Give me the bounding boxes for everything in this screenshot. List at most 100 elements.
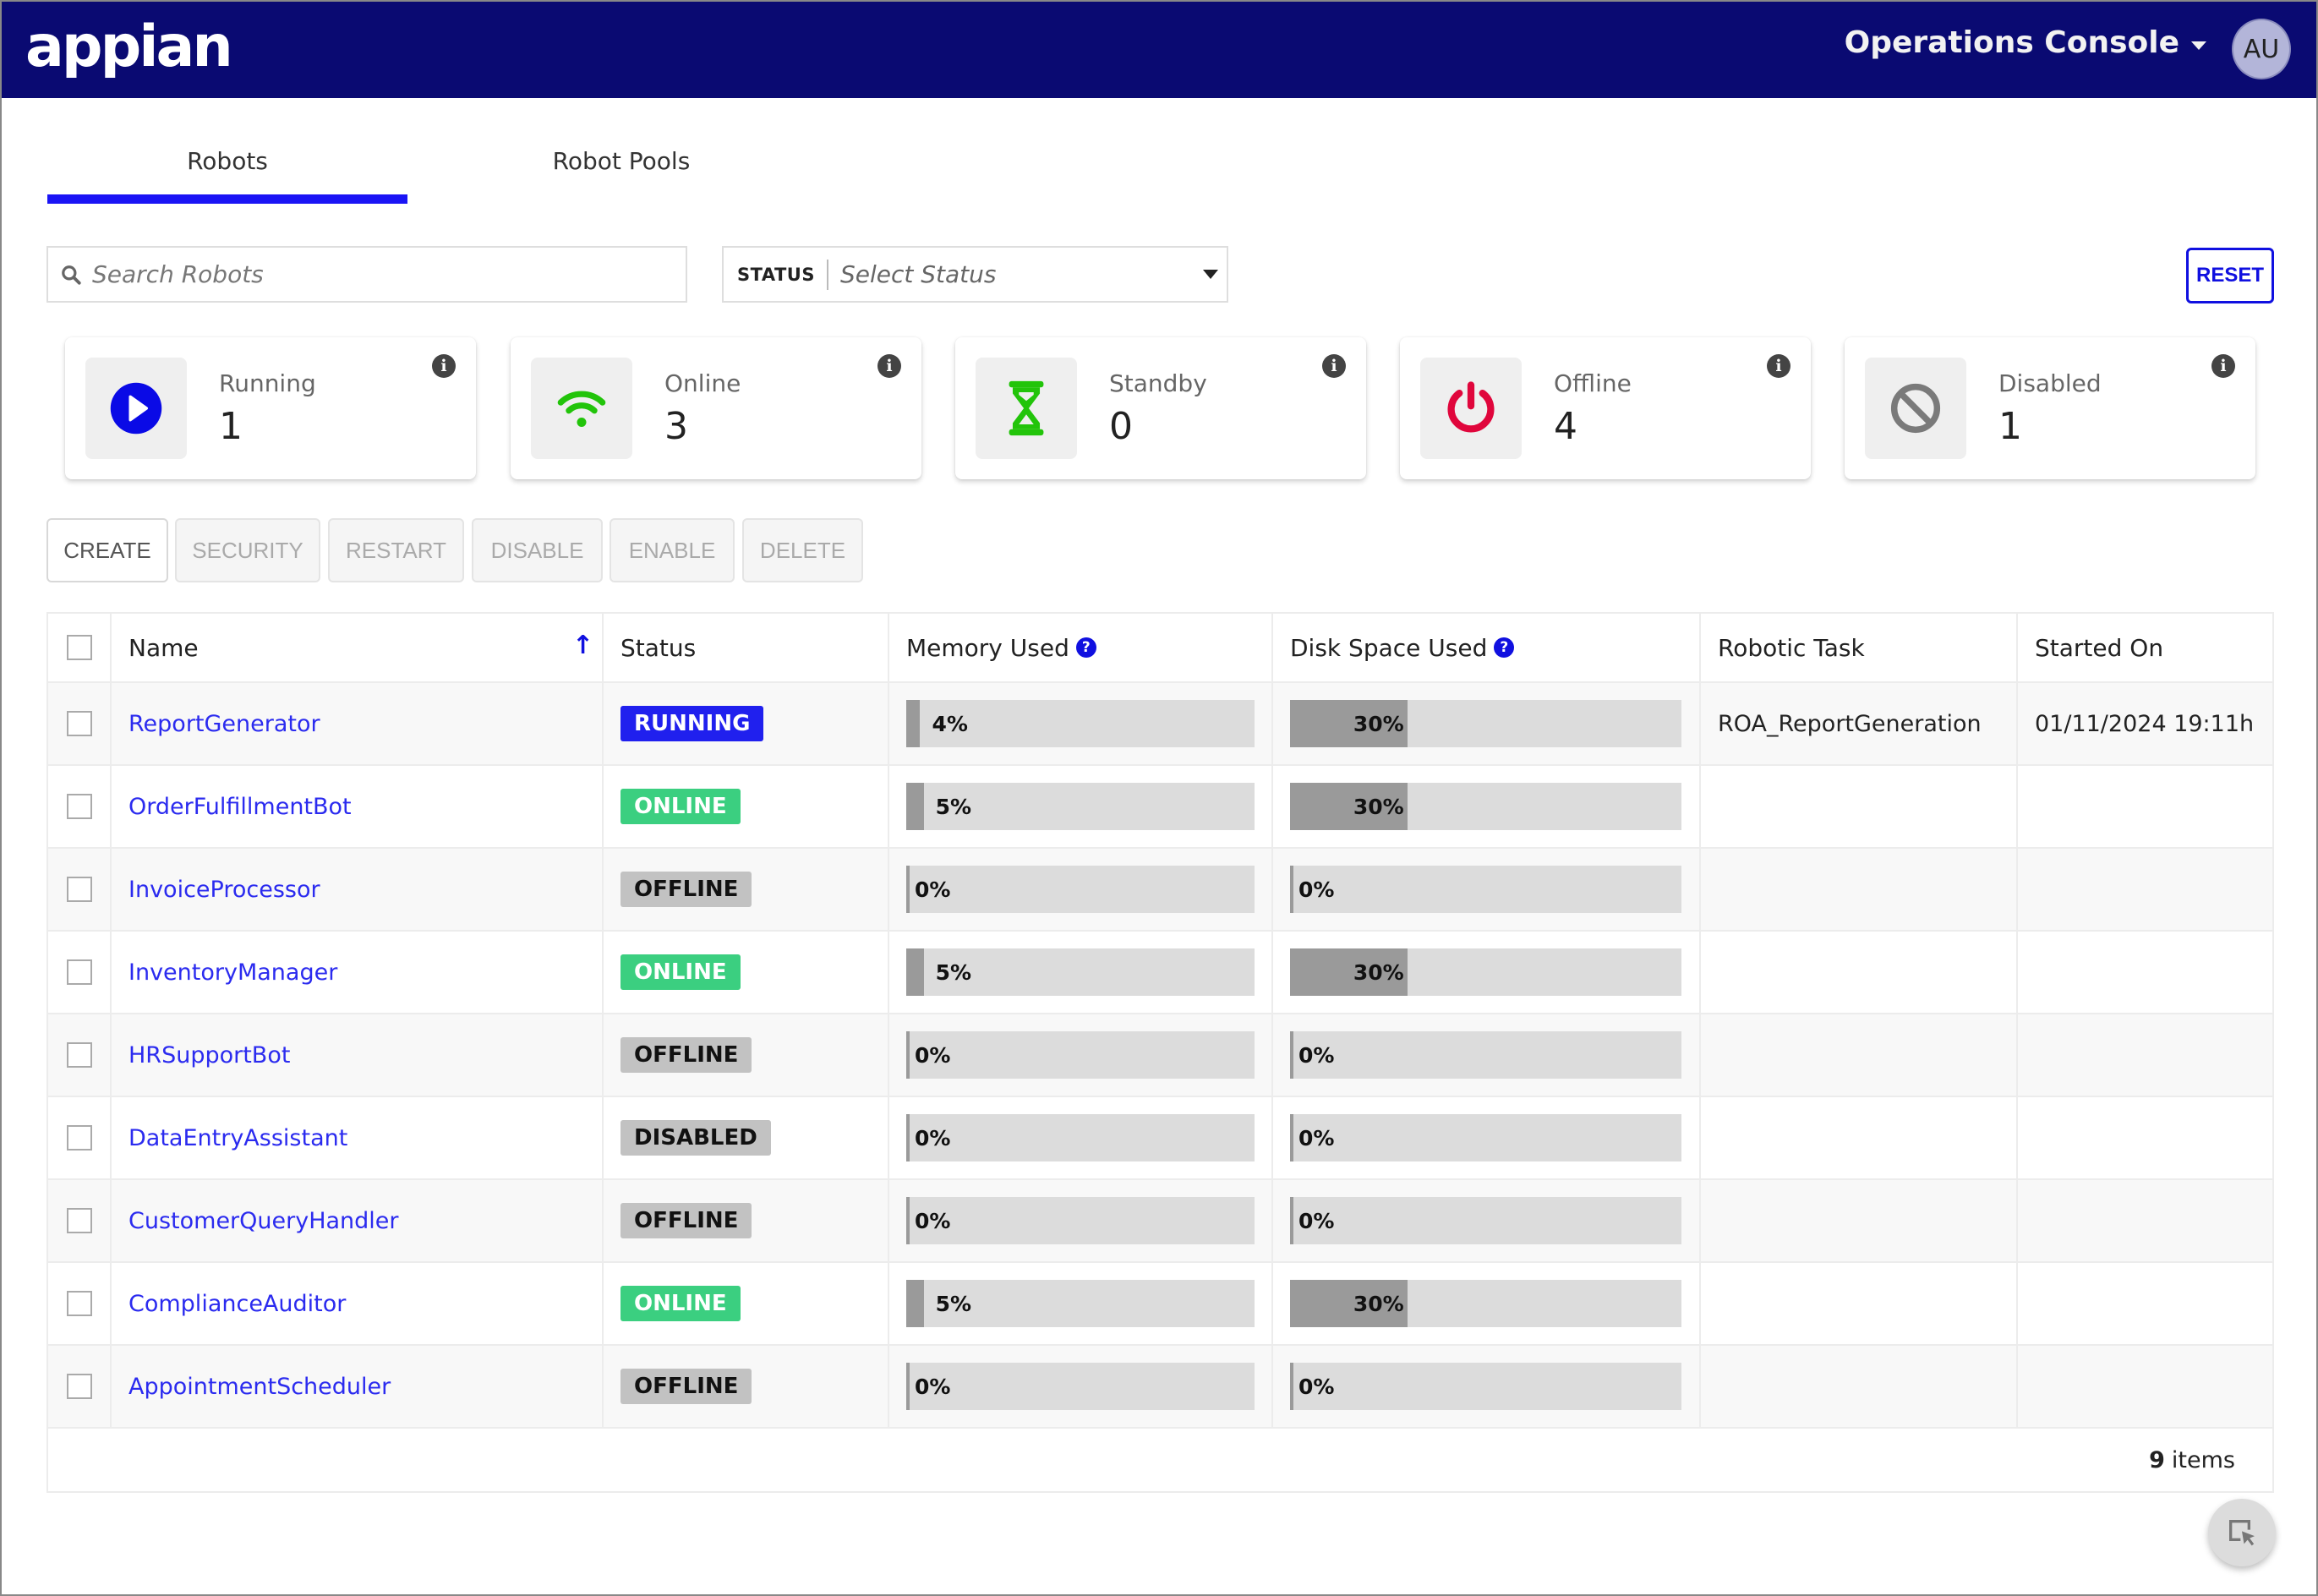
app-switcher-menu[interactable]: Operations Console [1845, 25, 2206, 60]
memory-usage-bar: 0% [906, 1197, 1255, 1244]
disk-usage-fill [1290, 1197, 1293, 1244]
column-header-name[interactable]: Name ↑ [110, 614, 602, 681]
table-row: AppointmentScheduler OFFLINE 0% 0% [48, 1344, 2272, 1427]
disk-usage-fill [1290, 1114, 1293, 1161]
tab-robots[interactable]: Robots [47, 147, 407, 175]
stat-label: Offline [1554, 369, 1632, 397]
help-icon[interactable]: ? [1494, 637, 1515, 658]
memory-usage-value: 5% [935, 959, 972, 985]
search-icon [62, 265, 81, 285]
security-button[interactable]: SECURITY [175, 518, 320, 582]
disk-usage-value: 30% [1353, 959, 1404, 985]
disk-usage-value: 30% [1353, 1291, 1404, 1316]
create-button[interactable]: CREATE [46, 518, 168, 582]
wifi-icon [531, 358, 632, 459]
info-icon[interactable]: i [2211, 354, 2235, 378]
status-badge: OFFLINE [621, 872, 752, 907]
stat-label: Online [664, 369, 741, 397]
robot-name-link[interactable]: DataEntryAssistant [128, 1125, 347, 1151]
table-footer: 9 items [48, 1427, 2272, 1491]
status-badge: OFFLINE [621, 1369, 752, 1404]
column-header-label: Started On [2035, 633, 2164, 662]
column-header-memory: Memory Used? [888, 614, 1271, 681]
reset-button[interactable]: RESET [2186, 248, 2274, 303]
item-count: 9 [2149, 1446, 2165, 1473]
row-checkbox[interactable] [66, 1374, 92, 1399]
memory-usage-bar: 0% [906, 1363, 1255, 1410]
delete-button[interactable]: DELETE [742, 518, 863, 582]
status-filter-placeholder: Select Status [839, 260, 997, 288]
user-avatar[interactable]: AU [2232, 19, 2291, 79]
row-checkbox[interactable] [66, 959, 92, 985]
robot-name-link[interactable]: OrderFulfillmentBot [128, 794, 352, 820]
disable-button[interactable]: DISABLE [472, 518, 603, 582]
row-checkbox[interactable] [66, 877, 92, 902]
active-tab-indicator [47, 194, 407, 204]
disk-usage-bar: 30% [1290, 1280, 1681, 1327]
column-header-label: Memory Used [906, 633, 1069, 662]
memory-usage-fill [906, 1197, 910, 1244]
select-cursor-button[interactable] [2208, 1499, 2276, 1566]
divider [826, 259, 828, 290]
memory-usage-value: 5% [935, 794, 972, 819]
search-field[interactable] [46, 246, 687, 303]
tab-robot-pools[interactable]: Robot Pools [475, 147, 768, 175]
stat-value: 0 [1109, 405, 1133, 448]
row-checkbox[interactable] [66, 1125, 92, 1151]
row-checkbox[interactable] [66, 1042, 92, 1068]
memory-usage-fill [906, 783, 924, 830]
status-filter-select[interactable]: STATUS Select Status [722, 246, 1228, 303]
appian-logo[interactable]: appian [25, 14, 233, 81]
column-header-started: Started On [2016, 614, 2272, 681]
table-row: InvoiceProcessor OFFLINE 0% 0% [48, 847, 2272, 930]
status-badge: ONLINE [621, 789, 741, 824]
memory-usage-bar: 0% [906, 1031, 1255, 1079]
table-header-row: Name ↑ Status Memory Used? Disk Space Us… [48, 614, 2272, 681]
memory-usage-bar: 5% [906, 1280, 1255, 1327]
row-checkbox[interactable] [66, 1291, 92, 1316]
row-checkbox[interactable] [66, 1208, 92, 1233]
column-header-disk: Disk Space Used? [1271, 614, 1699, 681]
sort-ascending-icon[interactable]: ↑ [572, 631, 593, 660]
stat-card-running: Running 1 i [65, 337, 476, 479]
ban-icon [1865, 358, 1966, 459]
search-robots-input[interactable] [92, 260, 667, 288]
row-checkbox[interactable] [66, 794, 92, 819]
robot-name-link[interactable]: InventoryManager [128, 959, 337, 986]
info-icon[interactable]: i [1767, 354, 1790, 378]
select-cursor-icon [2229, 1520, 2255, 1546]
memory-usage-fill [906, 866, 910, 913]
robot-name-link[interactable]: CustomerQueryHandler [128, 1208, 399, 1234]
memory-usage-fill [906, 700, 921, 747]
stat-value: 3 [664, 405, 688, 448]
top-bar: appian Operations Console AU [2, 2, 2316, 98]
enable-button[interactable]: ENABLE [610, 518, 735, 582]
info-icon[interactable]: i [1322, 354, 1346, 378]
memory-usage-value: 4% [932, 711, 968, 736]
restart-button[interactable]: RESTART [328, 518, 464, 582]
table-row: HRSupportBot OFFLINE 0% 0% [48, 1013, 2272, 1096]
info-icon[interactable]: i [877, 354, 901, 378]
row-checkbox[interactable] [66, 711, 92, 736]
stat-value: 1 [1998, 405, 2022, 448]
robot-name-link[interactable]: ComplianceAuditor [128, 1291, 346, 1317]
disk-usage-value: 0% [1298, 1208, 1335, 1233]
robot-name-link[interactable]: HRSupportBot [128, 1042, 290, 1069]
memory-usage-fill [906, 948, 924, 996]
status-filter-label: STATUS [737, 264, 815, 285]
stat-card-offline: Offline 4 i [1400, 337, 1811, 479]
robot-name-link[interactable]: InvoiceProcessor [128, 877, 320, 903]
memory-usage-bar: 0% [906, 1114, 1255, 1161]
disk-usage-fill [1290, 866, 1293, 913]
select-all-checkbox[interactable] [66, 635, 92, 660]
robots-table: Name ↑ Status Memory Used? Disk Space Us… [46, 612, 2274, 1493]
hourglass-icon [976, 358, 1077, 459]
disk-usage-bar: 30% [1290, 783, 1681, 830]
memory-usage-value: 0% [915, 877, 951, 902]
robot-name-link[interactable]: ReportGenerator [128, 711, 320, 737]
robot-name-link[interactable]: AppointmentScheduler [128, 1374, 391, 1400]
info-icon[interactable]: i [432, 354, 456, 378]
help-icon[interactable]: ? [1075, 637, 1096, 658]
memory-usage-value: 5% [935, 1291, 972, 1316]
disk-usage-bar: 0% [1290, 1031, 1681, 1079]
